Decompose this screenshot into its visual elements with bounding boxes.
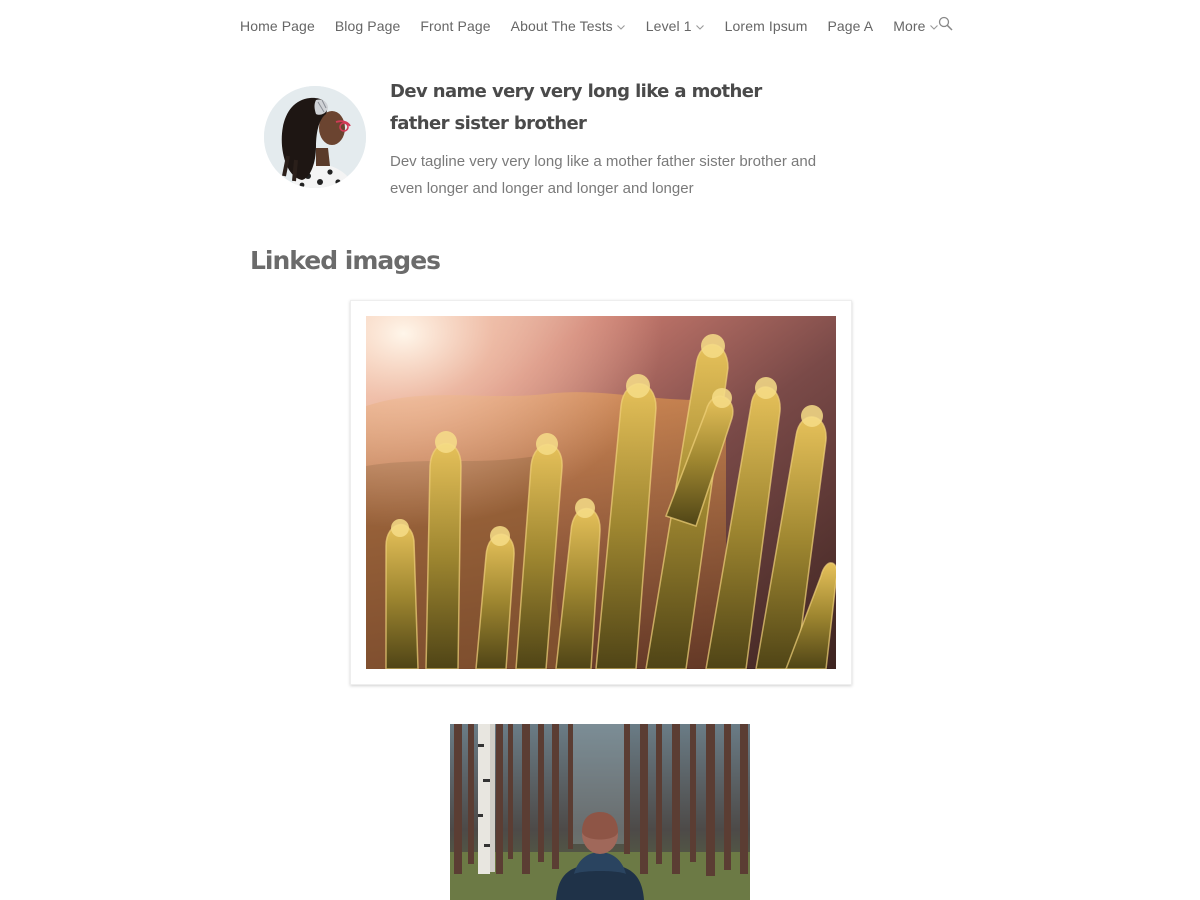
linked-image-forest[interactable] [450,724,750,900]
search-icon[interactable] [938,16,954,32]
author-name: Dev name very very long like a mother fa… [390,81,762,134]
nav-item-label: Page A [827,18,874,34]
linked-image-cactus[interactable] [350,300,852,685]
nav-item-front-page[interactable]: Front Page [420,18,490,34]
nav-item-label: Blog Page [334,18,401,34]
nav-item-level-1[interactable]: Level 1 [646,18,705,34]
nav-item-blog-page[interactable]: Blog Page [335,18,401,34]
section-title: Linked images [250,246,441,275]
nav-item-label: Home Page [240,18,315,34]
nav-item-label: Level 1 [645,18,692,34]
nav-item-page-a[interactable]: Page A [827,18,873,34]
nav-item-label: Front Page [420,18,491,34]
nav-item-label: More [893,18,926,34]
cactus-photo [366,316,836,669]
author-tagline: Dev tagline very very long like a mother… [390,153,817,197]
nav-item-label: About The Tests [510,18,613,34]
forest-photo [450,724,750,900]
nav-item-more[interactable]: More [893,18,938,34]
chevron-down-icon [695,22,705,32]
nav-item-home-page[interactable]: Home Page [240,18,315,34]
primary-nav: Home Page Blog Page Front Page About The… [240,0,959,52]
nav-item-lorem-ipsum[interactable]: Lorem Ipsum [725,18,808,34]
nav-item-about-the-tests[interactable]: About The Tests [511,18,626,34]
avatar [264,86,366,188]
author-profile: Dev name very very long like a mother fa… [264,76,824,206]
nav-item-label: Lorem Ipsum [724,18,808,34]
chevron-down-icon [616,22,626,32]
